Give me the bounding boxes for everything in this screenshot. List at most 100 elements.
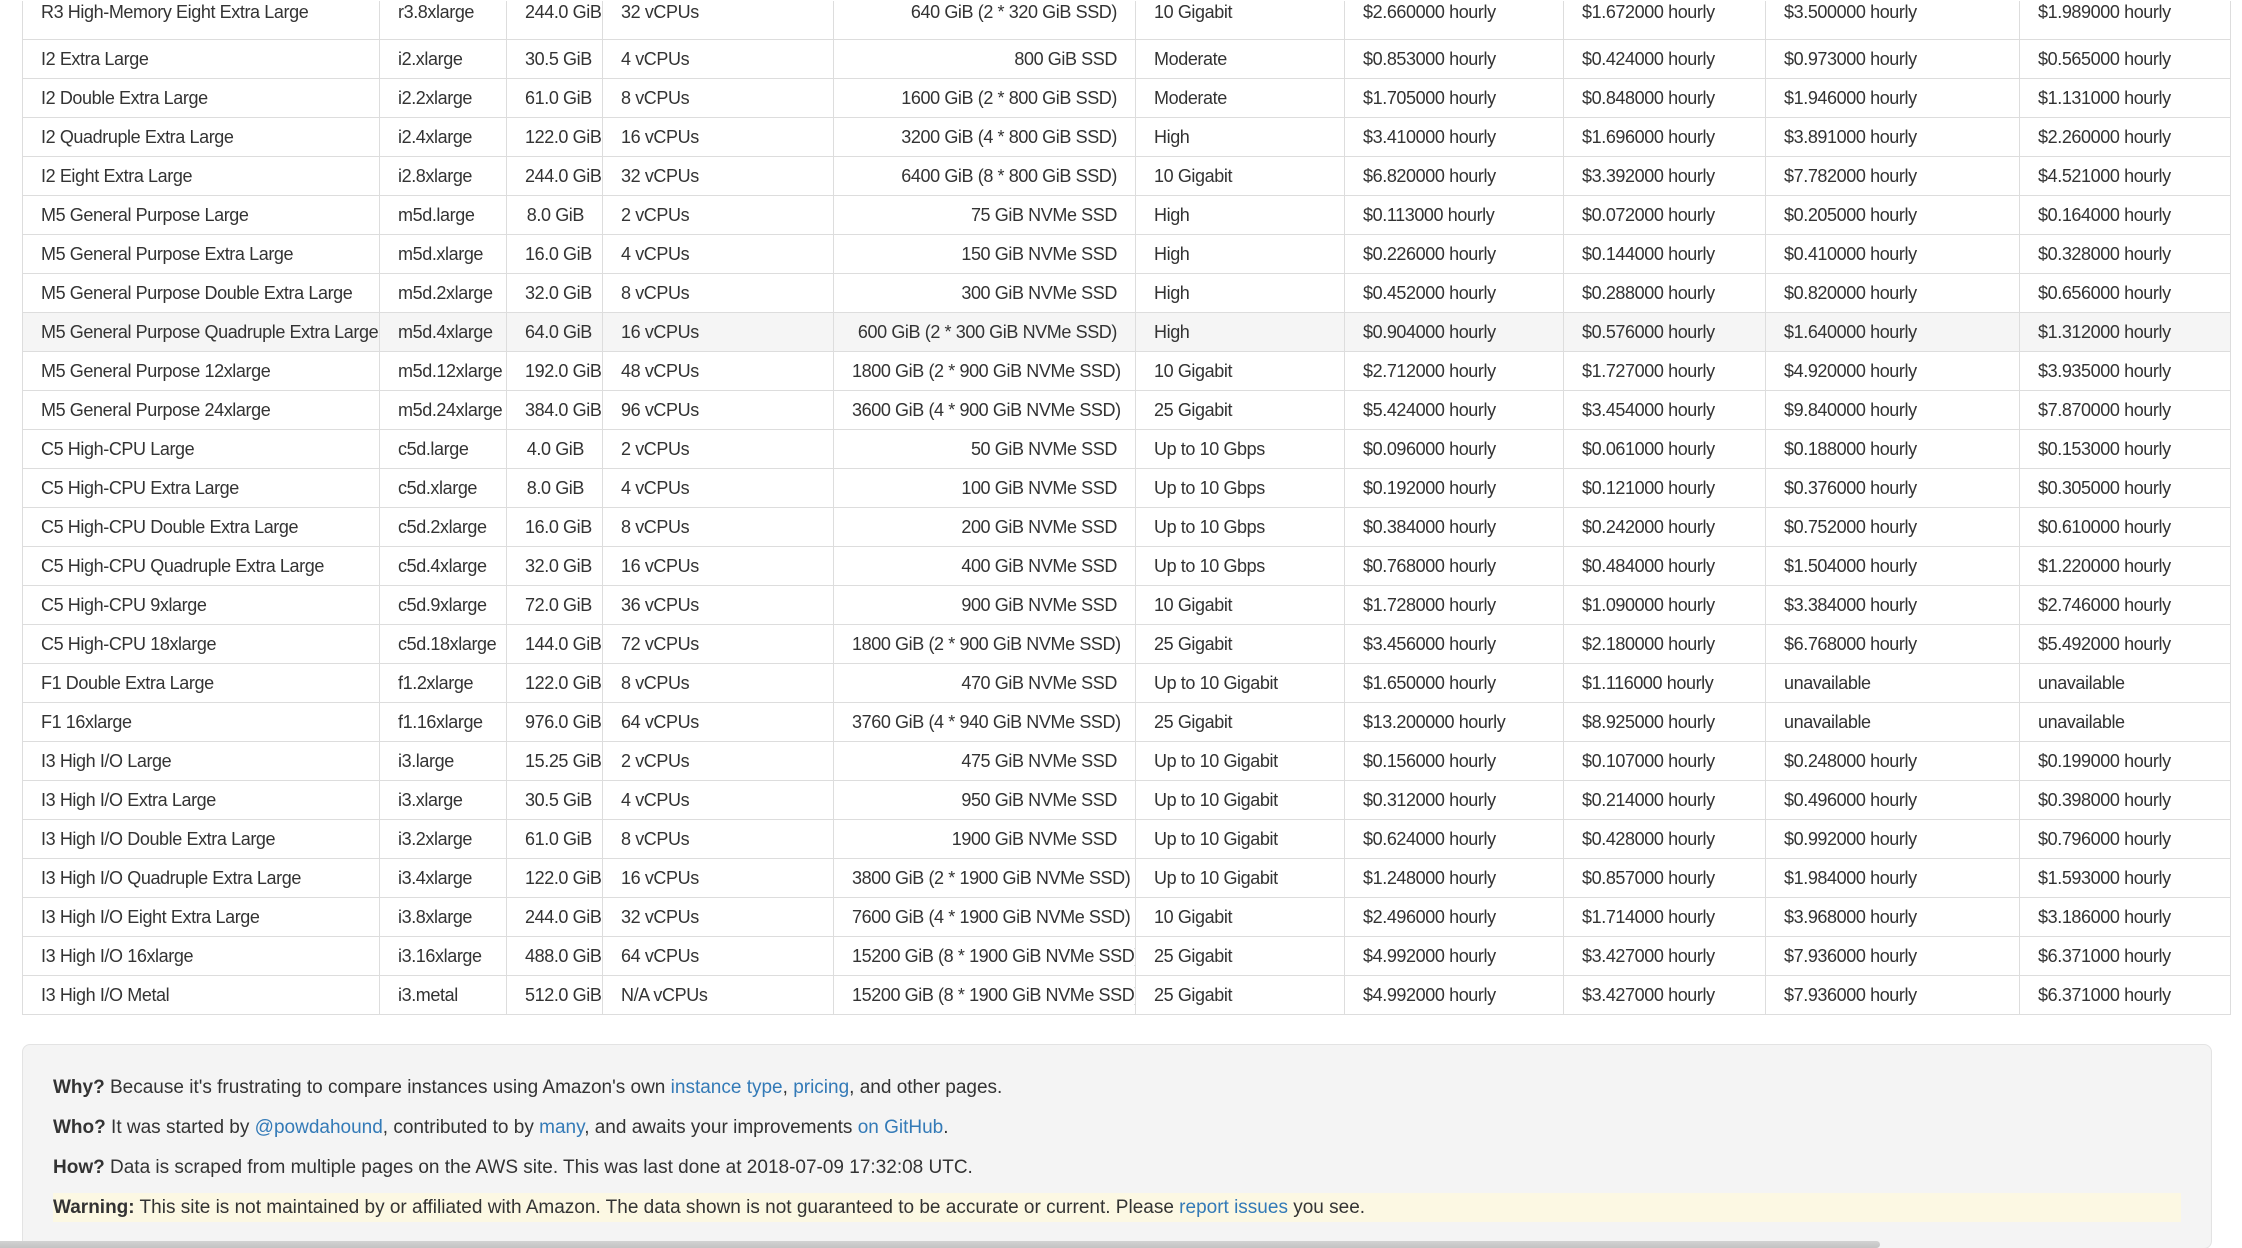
line-lead-in: Who? — [53, 1117, 106, 1138]
cell-network-performance: Up to 10 Gbps — [1136, 507, 1345, 546]
cell-memory: 64.0 GiB — [507, 312, 603, 351]
cell-windows-reserved-cost: $0.305000 hourly — [2020, 468, 2231, 507]
cell-linux-reserved-cost: $1.714000 hourly — [1564, 897, 1766, 936]
cell-api-name: c5d.large — [380, 429, 507, 468]
cell-windows-on-demand-cost: $3.384000 hourly — [1766, 585, 2020, 624]
cell-vcpus: 4 vCPUs — [603, 39, 834, 78]
cell-vcpus: 8 vCPUs — [603, 507, 834, 546]
cell-network-performance: Moderate — [1136, 78, 1345, 117]
line-lead-in: Warning: — [53, 1197, 135, 1218]
table-row[interactable]: I2 Quadruple Extra Largei2.4xlarge122.0 … — [23, 117, 2231, 156]
cell-name: I3 High I/O Double Extra Large — [23, 819, 380, 858]
cell-api-name: i3.4xlarge — [380, 858, 507, 897]
cell-linux-reserved-cost: $0.848000 hourly — [1564, 78, 1766, 117]
warning-line: Warning: This site is not maintained by … — [53, 1193, 2181, 1222]
cell-network-performance: High — [1136, 273, 1345, 312]
table-row[interactable]: C5 High-CPU Quadruple Extra Largec5d.4xl… — [23, 546, 2231, 585]
cell-network-performance: 25 Gigabit — [1136, 702, 1345, 741]
table-row[interactable]: F1 16xlargef1.16xlarge976.0 GiB64 vCPUs3… — [23, 702, 2231, 741]
cell-memory: 32.0 GiB — [507, 273, 603, 312]
table-row[interactable]: M5 General Purpose Extra Largem5d.xlarge… — [23, 234, 2231, 273]
cell-storage: 1800 GiB (2 * 900 GiB NVMe SSD) — [834, 624, 1136, 663]
table-row[interactable]: I3 High I/O Double Extra Largei3.2xlarge… — [23, 819, 2231, 858]
github-link[interactable]: on GitHub — [858, 1117, 944, 1138]
cell-api-name: m5d.xlarge — [380, 234, 507, 273]
table-row[interactable]: C5 High-CPU Largec5d.large4.0 GiB2 vCPUs… — [23, 429, 2231, 468]
report-issues-link[interactable]: report issues — [1179, 1197, 1288, 1218]
cell-memory: 32.0 GiB — [507, 546, 603, 585]
table-row[interactable]: M5 General Purpose Largem5d.large8.0 GiB… — [23, 195, 2231, 234]
cell-storage: 15200 GiB (8 * 1900 GiB NVMe SSD) — [834, 936, 1136, 975]
table-row[interactable]: I2 Extra Largei2.xlarge30.5 GiB4 vCPUs80… — [23, 39, 2231, 78]
cell-linux-reserved-cost: $0.288000 hourly — [1564, 273, 1766, 312]
cell-api-name: i3.xlarge — [380, 780, 507, 819]
cell-linux-on-demand-cost: $6.820000 hourly — [1345, 156, 1564, 195]
cell-network-performance: Up to 10 Gigabit — [1136, 663, 1345, 702]
many-link[interactable]: many — [539, 1117, 584, 1138]
cell-storage: 50 GiB NVMe SSD — [834, 429, 1136, 468]
cell-storage: 600 GiB (2 * 300 GiB NVMe SSD) — [834, 312, 1136, 351]
table-row[interactable]: M5 General Purpose 24xlargem5d.24xlarge3… — [23, 390, 2231, 429]
cell-name: I3 High I/O Eight Extra Large — [23, 897, 380, 936]
powdahound-link[interactable]: @powdahound — [255, 1117, 383, 1138]
line-text: , and other pages. — [849, 1077, 1002, 1098]
horizontal-scrollbar-thumb[interactable] — [0, 1241, 1880, 1248]
cell-network-performance: 25 Gigabit — [1136, 624, 1345, 663]
table-row[interactable]: I2 Double Extra Largei2.2xlarge61.0 GiB8… — [23, 78, 2231, 117]
cell-storage: 3800 GiB (2 * 1900 GiB NVMe SSD) — [834, 858, 1136, 897]
cell-api-name: c5d.xlarge — [380, 468, 507, 507]
table-row[interactable]: I3 High I/O Quadruple Extra Largei3.4xla… — [23, 858, 2231, 897]
table-row[interactable]: I2 Eight Extra Largei2.8xlarge244.0 GiB3… — [23, 156, 2231, 195]
cell-vcpus: 8 vCPUs — [603, 663, 834, 702]
table-row[interactable]: C5 High-CPU 18xlargec5d.18xlarge144.0 Gi… — [23, 624, 2231, 663]
cell-name: C5 High-CPU Quadruple Extra Large — [23, 546, 380, 585]
cell-vcpus: 4 vCPUs — [603, 234, 834, 273]
cell-memory: 244.0 GiB — [507, 156, 603, 195]
cell-linux-reserved-cost: $0.214000 hourly — [1564, 780, 1766, 819]
table-row[interactable]: I3 High I/O 16xlargei3.16xlarge488.0 GiB… — [23, 936, 2231, 975]
cell-api-name: i2.2xlarge — [380, 78, 507, 117]
instance-type-link[interactable]: instance type — [671, 1077, 783, 1098]
cell-network-performance: 10 Gigabit — [1136, 156, 1345, 195]
cell-windows-on-demand-cost: $0.752000 hourly — [1766, 507, 2020, 546]
cell-api-name: i3.2xlarge — [380, 819, 507, 858]
cell-name: C5 High-CPU Large — [23, 429, 380, 468]
table-row[interactable]: R3 High-Memory Eight Extra Larger3.8xlar… — [23, 1, 2231, 40]
table-row[interactable]: C5 High-CPU Extra Largec5d.xlarge8.0 GiB… — [23, 468, 2231, 507]
cell-memory: 15.25 GiB — [507, 741, 603, 780]
cell-linux-reserved-cost: $0.576000 hourly — [1564, 312, 1766, 351]
table-row[interactable]: M5 General Purpose Quadruple Extra Large… — [23, 312, 2231, 351]
table-row[interactable]: I3 High I/O Eight Extra Largei3.8xlarge2… — [23, 897, 2231, 936]
table-row[interactable]: C5 High-CPU Double Extra Largec5d.2xlarg… — [23, 507, 2231, 546]
cell-name: C5 High-CPU Extra Large — [23, 468, 380, 507]
cell-storage: 470 GiB NVMe SSD — [834, 663, 1136, 702]
table-row[interactable]: F1 Double Extra Largef1.2xlarge122.0 GiB… — [23, 663, 2231, 702]
cell-windows-on-demand-cost: $7.782000 hourly — [1766, 156, 2020, 195]
cell-windows-reserved-cost: $0.656000 hourly — [2020, 273, 2231, 312]
cell-linux-on-demand-cost: $2.496000 hourly — [1345, 897, 1564, 936]
cell-vcpus: 4 vCPUs — [603, 780, 834, 819]
cell-linux-on-demand-cost: $4.992000 hourly — [1345, 975, 1564, 1014]
pricing-link[interactable]: pricing — [793, 1077, 849, 1098]
table-row[interactable]: C5 High-CPU 9xlargec5d.9xlarge72.0 GiB36… — [23, 585, 2231, 624]
cell-name: M5 General Purpose Extra Large — [23, 234, 380, 273]
cell-name: C5 High-CPU 18xlarge — [23, 624, 380, 663]
table-row[interactable]: M5 General Purpose Double Extra Largem5d… — [23, 273, 2231, 312]
cell-memory: 144.0 GiB — [507, 624, 603, 663]
cell-windows-on-demand-cost: unavailable — [1766, 702, 2020, 741]
line-text: , — [783, 1077, 794, 1098]
cell-linux-reserved-cost: $0.144000 hourly — [1564, 234, 1766, 273]
line-text: , contributed to by — [383, 1117, 539, 1138]
cell-linux-on-demand-cost: $0.113000 hourly — [1345, 195, 1564, 234]
table-row[interactable]: M5 General Purpose 12xlargem5d.12xlarge1… — [23, 351, 2231, 390]
cell-linux-reserved-cost: $0.424000 hourly — [1564, 39, 1766, 78]
cell-api-name: i2.8xlarge — [380, 156, 507, 195]
cell-linux-on-demand-cost: $2.660000 hourly — [1345, 1, 1564, 40]
cell-network-performance: Moderate — [1136, 39, 1345, 78]
table-row[interactable]: I3 High I/O Metali3.metal512.0 GiBN/A vC… — [23, 975, 2231, 1014]
table-row[interactable]: I3 High I/O Extra Largei3.xlarge30.5 GiB… — [23, 780, 2231, 819]
cell-windows-reserved-cost: $2.260000 hourly — [2020, 117, 2231, 156]
cell-network-performance: High — [1136, 312, 1345, 351]
line-text: Data is scraped from multiple pages on t… — [105, 1157, 973, 1178]
table-row[interactable]: I3 High I/O Largei3.large15.25 GiB2 vCPU… — [23, 741, 2231, 780]
